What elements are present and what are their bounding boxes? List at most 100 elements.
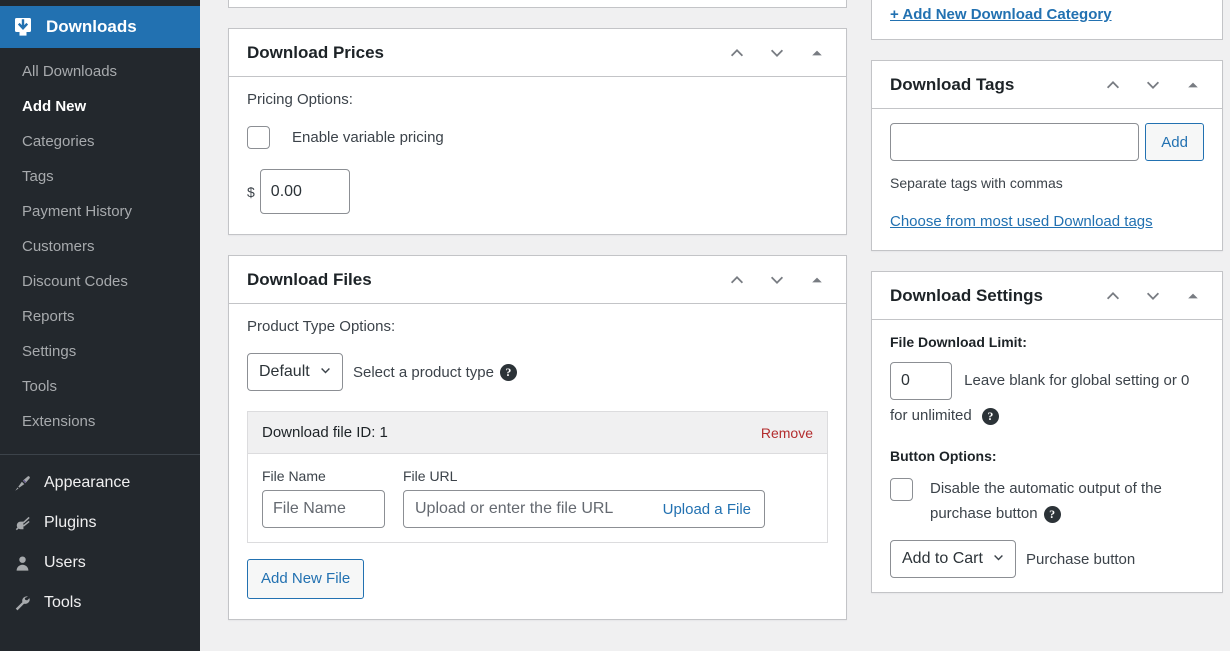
sidebar-item-extensions[interactable]: Extensions	[0, 404, 200, 439]
sidebar-appearance-label: Appearance	[44, 473, 130, 493]
purchase-button-row: Add to Cart Purchase button	[890, 540, 1204, 578]
file-url-input[interactable]	[404, 491, 659, 527]
help-icon-product-type[interactable]: ?	[500, 364, 517, 381]
product-type-select[interactable]: Default	[247, 353, 343, 391]
choose-most-used-tags-link[interactable]: Choose from most used Download tags	[890, 213, 1153, 230]
pricing-options-label: Pricing Options:	[247, 91, 828, 108]
download-tags-body: Add Separate tags with commas Choose fro…	[872, 109, 1222, 250]
sidebar-item-tools[interactable]: Tools	[0, 369, 200, 404]
download-settings-title: Download Settings	[890, 284, 1096, 308]
sidebar-item-plugins[interactable]: Plugins	[0, 503, 200, 543]
help-icon-download-limit[interactable]: ?	[982, 408, 999, 425]
download-file-row-header: Download file ID: 1 Remove	[248, 412, 827, 454]
submenu-label: All Downloads	[22, 63, 117, 80]
enable-variable-pricing-row[interactable]: Enable variable pricing	[247, 126, 828, 149]
price-input[interactable]	[260, 169, 350, 214]
add-new-download-category-link[interactable]: + Add New Download Category	[890, 6, 1112, 23]
sidebar-item-add-new[interactable]: Add New	[0, 89, 200, 124]
submenu-label: Tools	[22, 378, 57, 395]
submenu-label: Categories	[22, 133, 95, 150]
sidebar-item-payment-history[interactable]: Payment History	[0, 194, 200, 229]
submenu-label: Reports	[22, 308, 75, 325]
download-files-header: Download Files	[229, 256, 846, 304]
panel-handle-actions	[1096, 279, 1210, 313]
product-type-select-wrap: Default	[247, 353, 343, 391]
download-categories-panel: + Add New Download Category	[871, 0, 1223, 40]
file-name-label: File Name	[262, 468, 385, 484]
disable-purchase-button-row[interactable]: Disable the automatic output of the purc…	[890, 476, 1204, 526]
submenu-label: Tags	[22, 168, 54, 185]
tag-hint-text: Separate tags with commas	[890, 175, 1204, 191]
panel-handle-actions	[720, 36, 834, 70]
download-categories-body: + Add New Download Category	[872, 0, 1222, 39]
file-download-limit-row: Leave blank for global setting or 0 for …	[890, 362, 1204, 432]
download-tags-title: Download Tags	[890, 73, 1096, 97]
move-down-icon[interactable]	[760, 263, 794, 297]
download-prices-header: Download Prices	[229, 29, 846, 77]
submenu-label: Payment History	[22, 203, 132, 220]
move-down-icon[interactable]	[1136, 68, 1170, 102]
tag-cloud-row: Choose from most used Download tags	[890, 213, 1204, 230]
download-files-title: Download Files	[247, 268, 720, 292]
product-type-row: Default Select a product type ?	[247, 353, 828, 391]
download-tags-panel: Download Tags	[871, 60, 1223, 251]
disable-purchase-button-checkbox[interactable]	[890, 478, 913, 501]
download-settings-panel: Download Settings File Down	[871, 271, 1223, 593]
user-icon	[11, 552, 33, 574]
move-down-icon[interactable]	[760, 36, 794, 70]
purchase-button-select[interactable]: Add to Cart	[890, 540, 1016, 578]
download-file-row: Download file ID: 1 Remove File Name Fil…	[247, 411, 828, 543]
move-up-icon[interactable]	[720, 263, 754, 297]
toggle-panel-icon[interactable]	[1176, 68, 1210, 102]
download-file-row-body: File Name File URL Upload a File	[248, 454, 827, 542]
remove-file-link[interactable]: Remove	[761, 425, 813, 441]
submenu-label: Discount Codes	[22, 273, 128, 290]
sidebar-item-reports[interactable]: Reports	[0, 299, 200, 334]
sidebar-item-tags[interactable]: Tags	[0, 159, 200, 194]
move-up-icon[interactable]	[1096, 68, 1130, 102]
admin-content: Download Prices Pricing Opt	[200, 0, 1230, 651]
download-icon	[12, 16, 34, 38]
sidebar-item-categories[interactable]: Categories	[0, 124, 200, 159]
help-icon-disable-button[interactable]: ?	[1044, 506, 1061, 523]
paintbrush-icon	[11, 472, 33, 494]
sidebar-item-appearance[interactable]: Appearance	[0, 463, 200, 503]
download-settings-body: File Download Limit: Leave blank for glo…	[872, 320, 1222, 592]
downloads-submenu: All Downloads Add New Categories Tags Pa…	[0, 48, 200, 449]
file-download-limit-input[interactable]	[890, 362, 952, 400]
panel-handle-actions	[720, 263, 834, 297]
add-new-file-button[interactable]: Add New File	[247, 559, 364, 599]
download-prices-panel: Download Prices Pricing Opt	[228, 28, 847, 235]
submenu-label: Add New	[22, 98, 86, 115]
wordpress-admin-screen: Downloads All Downloads Add New Categori…	[0, 0, 1230, 651]
disable-purchase-button-label: Disable the automatic output of the purc…	[930, 476, 1204, 526]
panel-handle-actions	[1096, 68, 1210, 102]
enable-variable-pricing-checkbox[interactable]	[247, 126, 270, 149]
file-url-column: File URL Upload a File	[403, 468, 765, 528]
submenu-label: Settings	[22, 343, 76, 360]
file-name-input[interactable]	[262, 490, 385, 528]
submenu-label: Extensions	[22, 413, 95, 430]
toggle-panel-icon[interactable]	[800, 263, 834, 297]
sidebar-item-discount-codes[interactable]: Discount Codes	[0, 264, 200, 299]
upload-a-file-button[interactable]: Upload a File	[659, 501, 764, 518]
move-up-icon[interactable]	[720, 36, 754, 70]
submenu-label: Customers	[22, 238, 95, 255]
download-prices-body: Pricing Options: Enable variable pricing…	[229, 77, 846, 234]
sidebar-item-downloads[interactable]: Downloads	[0, 6, 200, 48]
sidebar-item-users[interactable]: Users	[0, 543, 200, 583]
new-tag-input[interactable]	[890, 123, 1139, 161]
sidebar-item-all-downloads[interactable]: All Downloads	[0, 54, 200, 89]
sidebar-item-tools-main[interactable]: Tools	[0, 583, 200, 623]
plug-icon	[11, 512, 33, 534]
previous-panel-bottom-edge	[228, 0, 847, 8]
add-tag-button[interactable]: Add	[1145, 123, 1204, 161]
sidebar-item-customers[interactable]: Customers	[0, 229, 200, 264]
download-tags-header: Download Tags	[872, 61, 1222, 109]
toggle-panel-icon[interactable]	[1176, 279, 1210, 313]
file-url-input-group: Upload a File	[403, 490, 765, 528]
move-up-icon[interactable]	[1096, 279, 1130, 313]
sidebar-item-settings[interactable]: Settings	[0, 334, 200, 369]
move-down-icon[interactable]	[1136, 279, 1170, 313]
toggle-panel-icon[interactable]	[800, 36, 834, 70]
